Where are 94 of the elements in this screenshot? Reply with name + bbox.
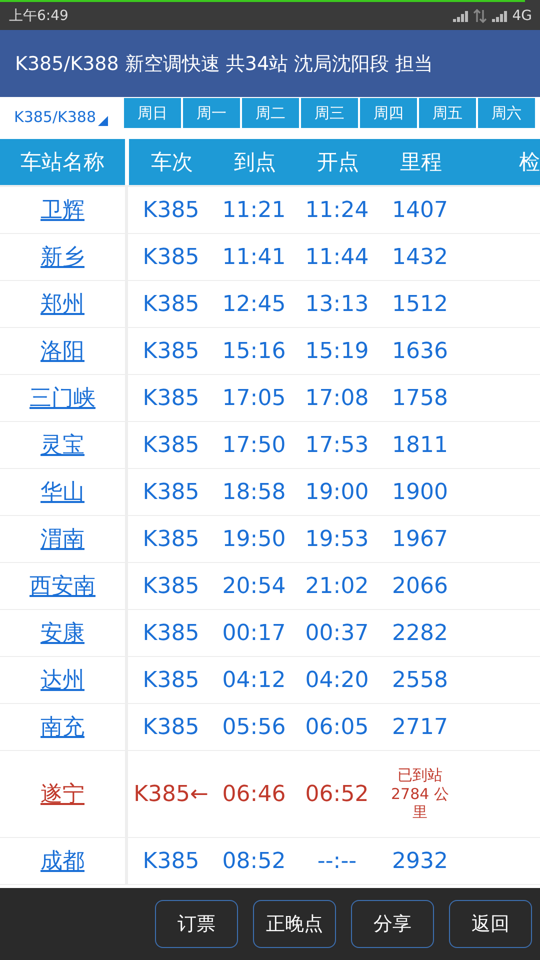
- table-cell-text: 04:20: [304, 668, 370, 692]
- table-cell-text: K385: [142, 526, 200, 552]
- column-header: 里程: [399, 149, 443, 176]
- column-header: 到点: [233, 149, 277, 176]
- table-cell-text: K385: [142, 244, 200, 270]
- table-cell-text: 2558: [391, 668, 449, 692]
- column-header: 检: [518, 149, 540, 176]
- column-header: 开点: [316, 149, 360, 176]
- dropdown-corner-icon: [98, 116, 108, 126]
- table-cell-text: 18:58: [221, 480, 287, 504]
- station-link[interactable]: 遂宁: [40, 779, 84, 809]
- table-cell-text: K385: [142, 848, 200, 874]
- signal-icon: [452, 9, 470, 23]
- table-cell-text: 15:16: [221, 338, 287, 364]
- table-cell-text: 06:46: [221, 782, 287, 806]
- table-cell-text: 21:02: [304, 574, 370, 598]
- table-cell-text: 00:37: [304, 620, 370, 646]
- station-link[interactable]: 西安南: [30, 571, 96, 601]
- action-button[interactable]: 订票: [155, 900, 238, 948]
- table-cell-text: 1512: [391, 292, 449, 316]
- table-cell-text: 1967: [391, 526, 449, 552]
- station-link[interactable]: 南充: [40, 712, 84, 742]
- action-button[interactable]: 分享: [351, 900, 434, 948]
- table-cell-text: 00:17: [221, 620, 287, 646]
- table-cell-text: 20:54: [221, 574, 287, 598]
- day-tab[interactable]: 周二: [242, 98, 299, 128]
- station-link[interactable]: 郑州: [40, 289, 84, 319]
- action-button[interactable]: 正晚点: [253, 900, 336, 948]
- station-link[interactable]: 灵宝: [40, 430, 84, 460]
- data-arrows-icon: [473, 9, 488, 23]
- table-cell-text: 19:50: [221, 526, 287, 552]
- column-header: 车次: [150, 149, 194, 176]
- station-link[interactable]: 新乡: [40, 242, 84, 272]
- window-title: K385/K388 新空调快速 共34站 沈局沈阳段 担当: [15, 52, 434, 76]
- table-cell-text: K385: [142, 338, 200, 364]
- table-cell-text: 06:52: [304, 782, 370, 806]
- table-cell-text: 17:53: [304, 432, 370, 458]
- station-link[interactable]: 洛阳: [40, 336, 84, 366]
- table-cell-text: 11:24: [304, 198, 370, 222]
- table-cell-text: 1758: [391, 386, 449, 410]
- table-cell-text: K385: [142, 432, 200, 458]
- table-cell-text: 13:13: [304, 292, 370, 316]
- signal-icon: [491, 9, 508, 23]
- table-cell-text: K385←: [132, 782, 210, 806]
- day-tab[interactable]: 周四: [360, 98, 417, 128]
- table-cell-text: 1636: [391, 338, 449, 364]
- day-tab[interactable]: 周三: [301, 98, 358, 128]
- table-cell-text: K385: [142, 668, 200, 692]
- table-cell-text: 12:45: [221, 292, 287, 316]
- table-cell-text: 06:05: [304, 714, 370, 740]
- table-cell-text: 17:08: [304, 386, 370, 410]
- table-cell-text: 已到站 2784 公里: [390, 766, 450, 822]
- table-cell-text: K385: [142, 574, 200, 598]
- action-button[interactable]: 返回: [449, 900, 532, 948]
- table-cell-text: 1432: [391, 244, 449, 270]
- day-tab[interactable]: 周一: [183, 98, 240, 128]
- table-cell-text: 1811: [391, 432, 449, 458]
- day-tab[interactable]: 周六: [478, 98, 535, 128]
- table-cell-text: 2066: [391, 574, 449, 598]
- column-header: 车站名称: [0, 139, 125, 185]
- table-cell-text: 17:50: [221, 432, 287, 458]
- table-cell-text: 08:52: [221, 848, 287, 874]
- table-cell-text: K385: [142, 620, 200, 646]
- table-cell-text: 17:05: [221, 386, 287, 410]
- station-link[interactable]: 华山: [40, 477, 84, 507]
- table-cell-text: 11:44: [304, 244, 370, 270]
- table-cell-text: 2717: [391, 714, 449, 740]
- table-cell-text: K385: [142, 714, 200, 740]
- day-tab[interactable]: 周五: [419, 98, 476, 128]
- day-tab[interactable]: 周日: [124, 98, 181, 128]
- table-cell-text: 1900: [391, 480, 449, 504]
- table-cell-text: 04:12: [221, 668, 287, 692]
- station-link[interactable]: 渭南: [40, 524, 84, 554]
- table-cell-text: 05:56: [221, 714, 287, 740]
- table-cell-text: 11:21: [221, 198, 287, 222]
- table-cell-text: 11:41: [221, 244, 287, 270]
- table-cell-text: 1407: [391, 198, 449, 222]
- station-link[interactable]: 卫辉: [40, 195, 84, 225]
- table-cell-text: K385: [142, 292, 200, 316]
- table-cell-text: 2932: [391, 848, 449, 874]
- table-cell-text: K385: [142, 480, 200, 504]
- station-link[interactable]: 安康: [40, 618, 84, 648]
- station-link[interactable]: 达州: [40, 665, 84, 695]
- status-time: 上午6:49: [9, 7, 68, 25]
- table-cell-text: 19:53: [304, 526, 370, 552]
- table-cell-text: 2282: [391, 620, 449, 646]
- station-link[interactable]: 成都: [40, 846, 84, 876]
- table-cell-text: 15:19: [304, 338, 370, 364]
- table-cell-text: --:--: [316, 848, 358, 874]
- station-link[interactable]: 三门峡: [30, 383, 96, 413]
- table-cell-text: K385: [142, 386, 200, 410]
- network-type: 4G: [512, 8, 532, 24]
- table-cell-text: 19:00: [304, 480, 370, 504]
- table-cell-text: K385: [142, 198, 200, 222]
